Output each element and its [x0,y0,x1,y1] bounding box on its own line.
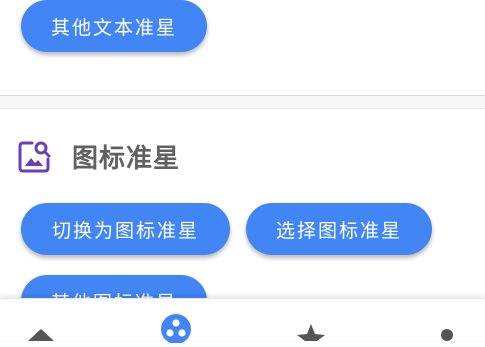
select-icon-crosshair-button[interactable]: 选择图标准星 [246,203,432,255]
dot-icon [440,327,454,346]
bottom-navigation [0,298,485,344]
text-crosshair-card: 其他文本准星 [0,0,485,96]
crosshair-dots-icon [160,313,192,347]
nav-item-crosshair[interactable] [156,299,198,344]
nav-item-home[interactable] [20,299,62,341]
image-search-icon [18,139,52,173]
section-divider [0,96,485,109]
section-title: 图标准星 [72,143,181,174]
other-text-crosshair-button[interactable]: 其他文本准星 [21,0,207,52]
star-icon [296,323,326,347]
icon-crosshair-section-header: 图标准星 [18,137,180,175]
home-icon [26,326,56,346]
nav-item-more[interactable] [426,299,468,341]
switch-to-icon-crosshair-button[interactable]: 切换为图标准星 [21,203,230,255]
nav-item-favorites[interactable] [290,299,332,341]
